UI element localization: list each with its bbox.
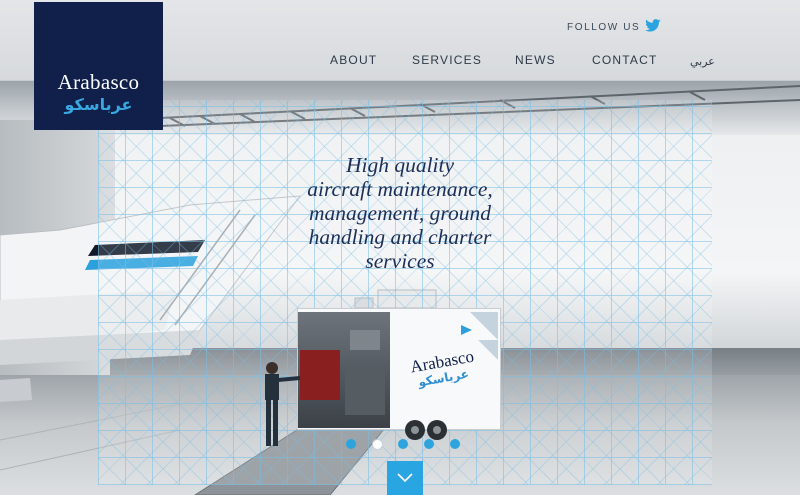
logo-text-arabic: عرباسكو xyxy=(64,95,133,114)
nav-news[interactable]: NEWS xyxy=(515,53,556,67)
logo-text-english: Arabasco xyxy=(57,70,140,94)
nav-services[interactable]: SERVICES xyxy=(412,53,482,67)
chevron-down-icon xyxy=(397,473,413,483)
headline-line: High quality xyxy=(345,153,455,177)
scroll-down-button[interactable] xyxy=(387,461,423,495)
slider-dot-active[interactable] xyxy=(372,439,383,450)
hero-headline: High quality aircraft maintenance, manag… xyxy=(300,153,500,273)
trailer-triangle-pattern xyxy=(470,312,498,360)
tool-cabinet xyxy=(345,365,385,415)
slider-dot[interactable] xyxy=(346,439,356,449)
follow-us[interactable]: FOLLOW US xyxy=(567,18,661,33)
headline-line: management, ground xyxy=(309,201,491,225)
slider-dot[interactable] xyxy=(424,439,434,449)
slider-dot[interactable] xyxy=(450,439,460,449)
follow-us-label[interactable]: FOLLOW US xyxy=(567,22,640,33)
site-logo[interactable]: Arabasco عرباسكو xyxy=(34,2,163,130)
twitter-icon[interactable] xyxy=(645,18,661,32)
shelf-unit xyxy=(350,330,380,350)
slider-dots xyxy=(346,439,466,451)
headline-line: services xyxy=(365,249,435,273)
technician-figure xyxy=(265,362,301,446)
slider-dot[interactable] xyxy=(398,439,408,449)
red-equipment xyxy=(300,350,340,400)
nav-contact[interactable]: CONTACT xyxy=(592,53,658,67)
nav-language-arabic[interactable]: عربي xyxy=(690,55,715,68)
nav-about[interactable]: ABOUT xyxy=(330,53,377,67)
headline-line: aircraft maintenance, xyxy=(307,177,493,201)
headline-line: handling and charter xyxy=(308,225,492,249)
trailer-accent-triangle xyxy=(461,325,472,335)
